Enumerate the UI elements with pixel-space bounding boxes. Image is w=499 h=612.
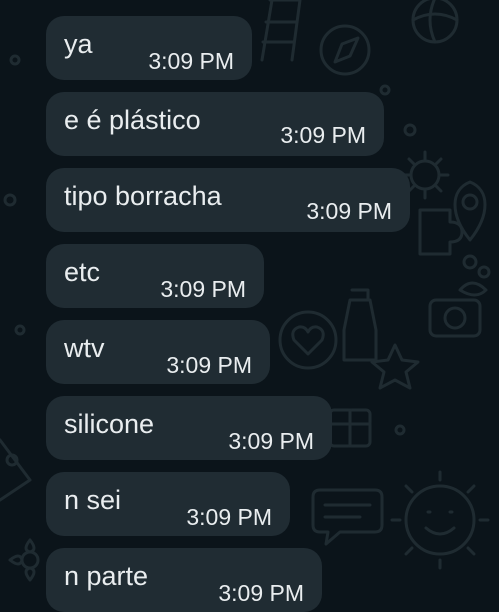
message-time: 3:09 PM [160, 276, 246, 302]
message-time: 3:09 PM [306, 198, 392, 224]
message-text: tipo borracha [64, 181, 222, 211]
message-bubble[interactable]: wtv 3:09 PM [46, 320, 270, 384]
message-bubble[interactable]: etc 3:09 PM [46, 244, 264, 308]
message-bubble[interactable]: n parte 3:09 PM [46, 548, 322, 612]
message-bubble[interactable]: ya 3:09 PM [46, 16, 252, 80]
message-text: n sei [64, 485, 122, 515]
message-time: 3:09 PM [148, 48, 234, 74]
message-text: etc [64, 257, 101, 287]
message-time: 3:09 PM [186, 504, 272, 530]
message-bubble[interactable]: n sei 3:09 PM [46, 472, 290, 536]
message-time: 3:09 PM [228, 428, 314, 454]
message-text: wtv [64, 333, 105, 363]
message-time: 3:09 PM [218, 580, 304, 606]
message-text: ya [64, 29, 93, 59]
message-bubble[interactable]: e é plástico 3:09 PM [46, 92, 384, 156]
message-text: e é plástico [64, 105, 201, 135]
message-time: 3:09 PM [280, 122, 366, 148]
message-text: n parte [64, 561, 149, 591]
message-bubble[interactable]: tipo borracha 3:09 PM [46, 168, 410, 232]
message-text: silicone [64, 409, 155, 439]
message-list[interactable]: ya 3:09 PM e é plástico 3:09 PM tipo bor… [0, 0, 499, 612]
message-bubble[interactable]: silicone 3:09 PM [46, 396, 332, 460]
message-time: 3:09 PM [166, 352, 252, 378]
